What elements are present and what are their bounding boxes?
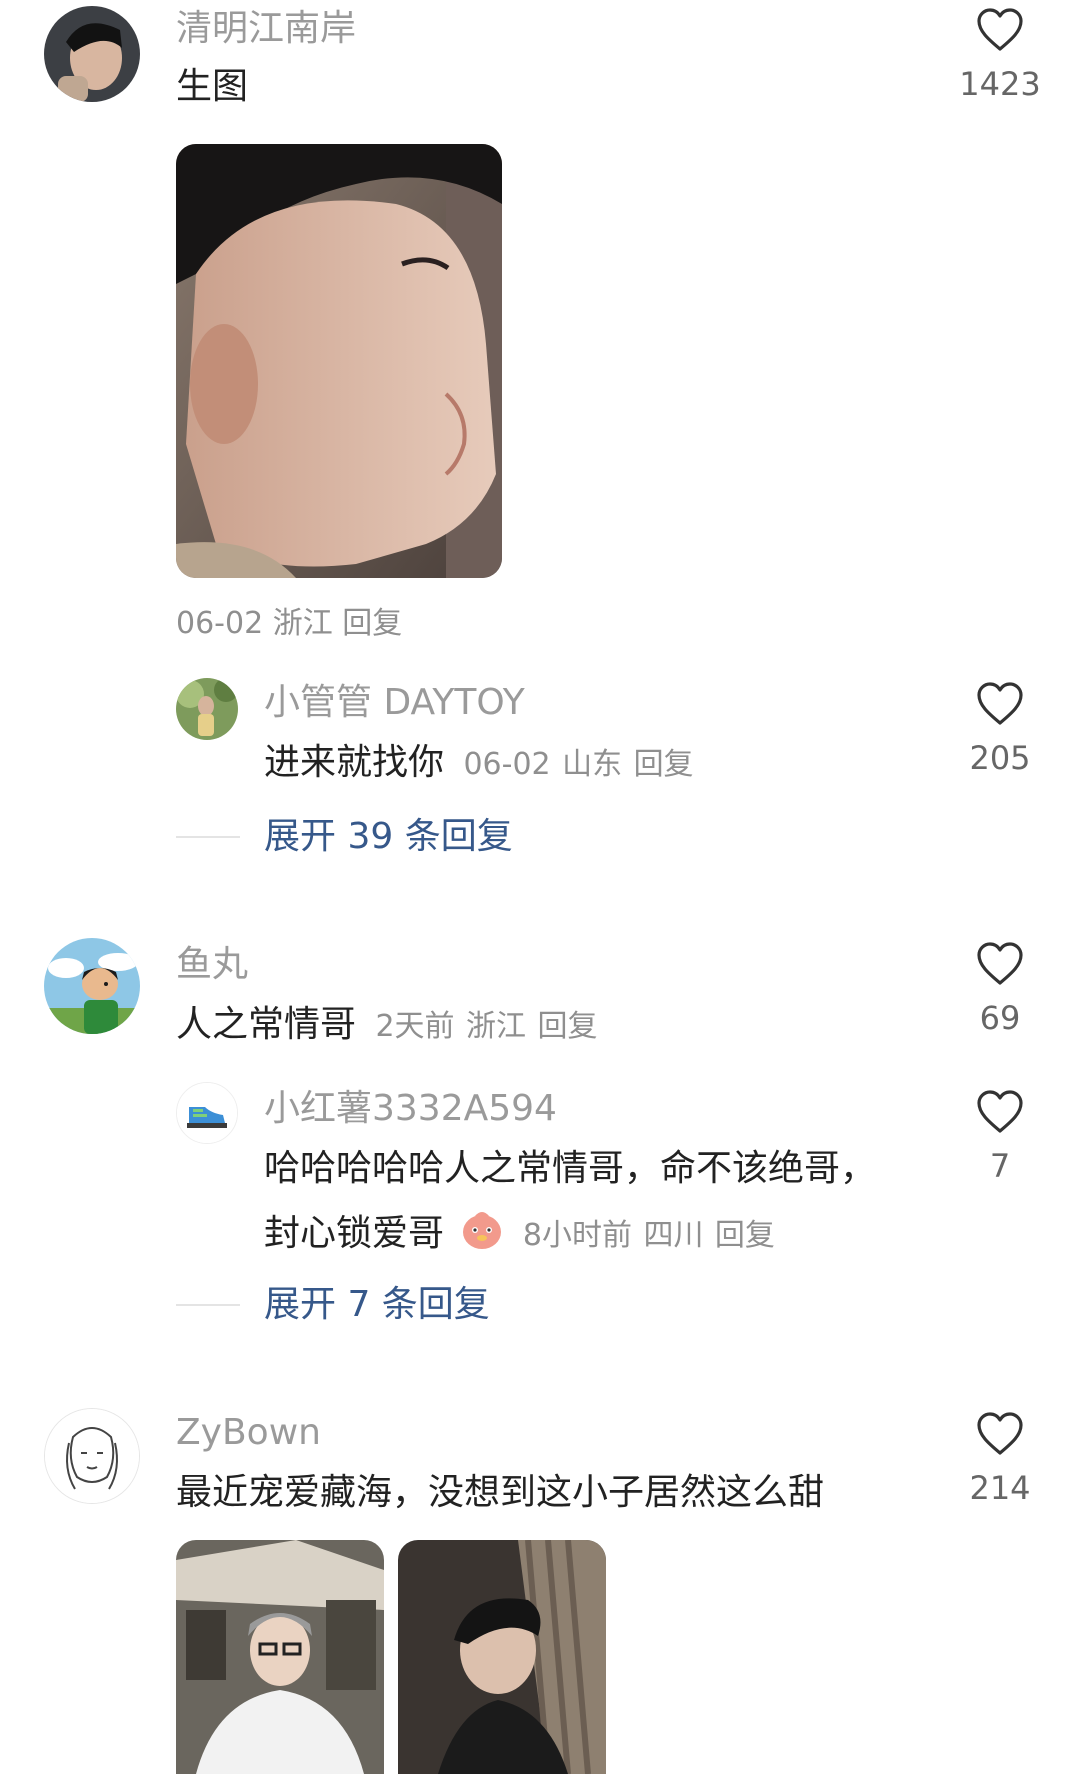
- comment-username[interactable]: 清明江南岸: [176, 8, 356, 50]
- comment-text: 生图: [176, 66, 249, 107]
- like-button[interactable]: 69: [955, 942, 1045, 1038]
- like-count: 205: [969, 739, 1031, 777]
- heart-outline-icon: [977, 8, 1023, 51]
- comment-location: 浙江: [272, 606, 333, 641]
- like-button[interactable]: 214: [955, 1412, 1045, 1508]
- comment-image[interactable]: [176, 144, 502, 578]
- avatar[interactable]: [176, 1082, 238, 1144]
- reply-text: 进来就找你: [264, 742, 445, 783]
- like-button[interactable]: 7: [955, 1090, 1045, 1186]
- heart-outline-icon: [977, 942, 1023, 985]
- avatar-sketch-icon: [45, 1409, 139, 1503]
- like-button[interactable]: 205: [955, 682, 1045, 778]
- like-count: 69: [979, 999, 1021, 1037]
- expand-replies-button[interactable]: 展开 39 条回复: [264, 814, 513, 860]
- reply-button[interactable]: 回复: [634, 747, 694, 782]
- reply-row: 进来就找你 06-02 山东 回复: [264, 740, 694, 788]
- reply-button[interactable]: 回复: [537, 1009, 597, 1044]
- heart-outline-icon: [977, 1090, 1023, 1133]
- comment-location: 浙江: [466, 1009, 527, 1044]
- comment-text: 人之常情哥: [176, 1004, 357, 1045]
- avatar-cartoon-icon: [44, 938, 140, 1034]
- heart-outline-icon: [977, 682, 1023, 725]
- reply-row: 封心锁爱哥 8小时前 四川 回复: [264, 1206, 775, 1264]
- reply-date: 06-02: [463, 747, 551, 782]
- comment-meta: 06-02 浙江 回复: [176, 598, 402, 642]
- portrait-photo-icon: [176, 144, 502, 578]
- sneaker-icon: [177, 1083, 237, 1143]
- avatar[interactable]: [44, 938, 140, 1034]
- reply-button[interactable]: 回复: [715, 1218, 775, 1253]
- comment-date: 06-02: [176, 606, 264, 641]
- comment-text: 最近宠爱藏海，没想到这小子居然这么甜: [176, 1472, 825, 1513]
- like-count: 1423: [959, 65, 1041, 103]
- reply-location: 山东: [562, 747, 623, 782]
- comment-image[interactable]: [398, 1540, 606, 1774]
- reply-text-line1: 哈哈哈哈哈人之常情哥，命不该绝哥，: [264, 1148, 877, 1189]
- heart-outline-icon: [977, 1412, 1023, 1455]
- avatar[interactable]: [44, 6, 140, 102]
- comment-image[interactable]: [176, 1540, 384, 1774]
- expand-replies-button[interactable]: 展开 7 条回复: [264, 1282, 490, 1328]
- comment-username[interactable]: 鱼丸: [176, 944, 248, 986]
- avatar-photo-icon: [176, 678, 238, 740]
- like-count: 7: [989, 1147, 1011, 1185]
- comment-row: 人之常情哥 2天前 浙江 回复: [176, 1002, 597, 1050]
- avatar[interactable]: [176, 678, 238, 740]
- photo-icon: [176, 1540, 384, 1774]
- reply-button[interactable]: 回复: [342, 606, 402, 641]
- reply-username[interactable]: 小红薯3332A594: [264, 1088, 557, 1130]
- reply-date: 8小时前: [522, 1218, 633, 1253]
- like-button[interactable]: 1423: [955, 8, 1045, 104]
- photo-icon: [398, 1540, 606, 1774]
- expand-divider: [176, 1304, 240, 1306]
- avatar-photo-icon: [44, 6, 140, 102]
- cute-chick-emoji-icon: [459, 1206, 505, 1264]
- comment-username[interactable]: ZyBown: [176, 1412, 321, 1454]
- avatar[interactable]: [44, 1408, 140, 1504]
- reply-username[interactable]: 小管管 DAYTOY: [264, 682, 525, 724]
- like-count: 214: [969, 1469, 1031, 1507]
- reply-text-line2: 封心锁爱哥: [264, 1213, 445, 1254]
- comment-date: 2天前: [375, 1009, 455, 1044]
- reply-location: 四川: [643, 1218, 704, 1253]
- expand-divider: [176, 836, 240, 838]
